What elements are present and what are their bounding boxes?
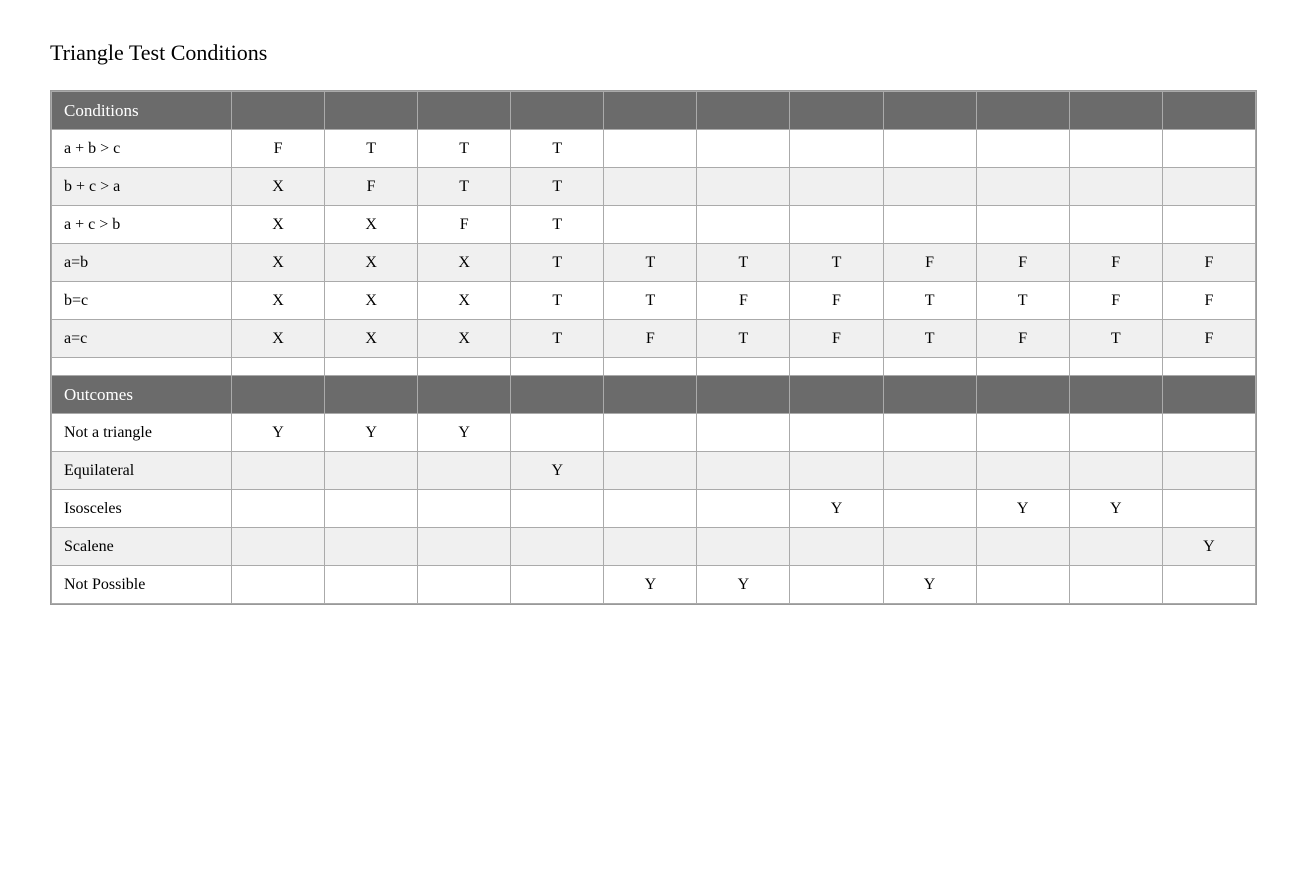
outcome-row-2: Isosceles Y Y Y (52, 490, 1256, 528)
outcome-row-4: Not Possible Y Y Y (52, 566, 1256, 604)
condition-row-3: a=b X X X T T T T F F F F (52, 244, 1256, 282)
condition-label-2: a + c > b (52, 206, 232, 244)
conditions-outcomes-table: Conditions a + b > c F T T T (51, 91, 1256, 604)
outcome-row-3: Scalene Y (52, 528, 1256, 566)
page-title: Triangle Test Conditions (50, 40, 1257, 66)
outcome-row-0: Not a triangle Y Y Y (52, 414, 1256, 452)
condition-row-2: a + c > b X X F T (52, 206, 1256, 244)
condition-label-3: a=b (52, 244, 232, 282)
outcome-label-2: Isosceles (52, 490, 232, 528)
condition-row-1: b + c > a X F T T (52, 168, 1256, 206)
outcome-row-1: Equilateral Y (52, 452, 1256, 490)
condition-label-5: a=c (52, 320, 232, 358)
condition-label-0: a + b > c (52, 130, 232, 168)
main-table-wrapper: Conditions a + b > c F T T T (50, 90, 1257, 605)
outcomes-header-row: Outcomes (52, 376, 1256, 414)
condition-row-0: a + b > c F T T T (52, 130, 1256, 168)
condition-label-1: b + c > a (52, 168, 232, 206)
conditions-header-row: Conditions (52, 92, 1256, 130)
outcome-label-4: Not Possible (52, 566, 232, 604)
outcome-label-1: Equilateral (52, 452, 232, 490)
condition-label-4: b=c (52, 282, 232, 320)
spacer-row (52, 358, 1256, 376)
condition-row-4: b=c X X X T T F F T T F F (52, 282, 1256, 320)
outcome-label-3: Scalene (52, 528, 232, 566)
condition-row-5: a=c X X X T F T F T F T F (52, 320, 1256, 358)
outcomes-header-label: Outcomes (52, 376, 232, 414)
conditions-header-label: Conditions (52, 92, 232, 130)
outcome-label-0: Not a triangle (52, 414, 232, 452)
